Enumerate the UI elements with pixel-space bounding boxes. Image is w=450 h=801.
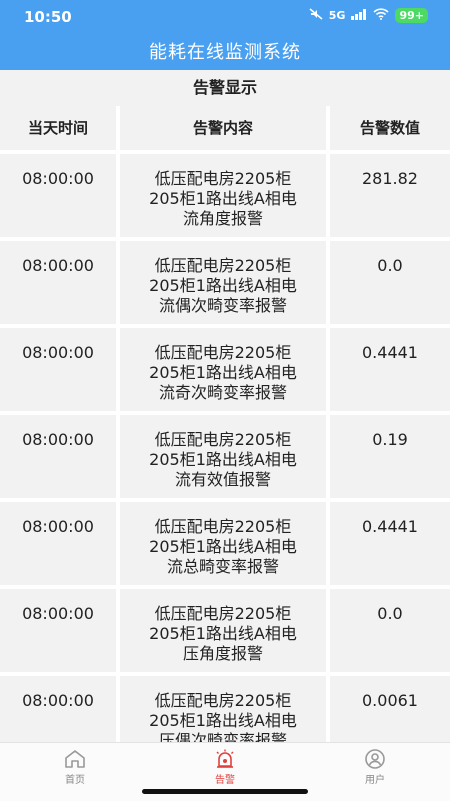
status-time: 10:50 <box>24 8 72 26</box>
page-title: 能耗在线监测系统 <box>149 42 301 63</box>
table-row[interactable]: 08:00:00 低压配电房2205柜 205柜1路出线A相电 流偶次畸变率报警 0… <box>0 241 450 324</box>
alarm-time: 08:00:00 <box>0 241 116 324</box>
home-icon <box>35 749 115 769</box>
alarm-value: 0.4441 <box>330 502 450 585</box>
alarm-icon <box>185 749 265 769</box>
mute-icon <box>309 8 323 23</box>
signal-icon <box>351 8 367 23</box>
alarm-content: 低压配电房2205柜 205柜1路出线A相电 流偶次畸变率报警 <box>120 241 326 324</box>
alarm-time: 08:00:00 <box>0 502 116 585</box>
column-header-time: 当天时间 <box>0 106 116 150</box>
alarm-value: 0.19 <box>330 415 450 498</box>
alarm-value: 0.0061 <box>330 676 450 742</box>
column-header-content: 告警内容 <box>120 106 326 150</box>
alarm-time: 08:00:00 <box>0 589 116 672</box>
tab-user[interactable]: 用户 <box>335 743 415 791</box>
alarm-value: 281.82 <box>330 154 450 237</box>
app-header: 10:50 5G 99+ 能耗在线监测系统 <box>0 0 450 70</box>
alarm-time: 08:00:00 <box>0 415 116 498</box>
wifi-icon <box>373 8 390 23</box>
battery-indicator: 99+ <box>395 8 428 23</box>
alarm-time: 08:00:00 <box>0 676 116 742</box>
table-row[interactable]: 08:00:00 低压配电房2205柜 205柜1路出线A相电 流角度报警 281.… <box>0 154 450 237</box>
alarm-table[interactable]: 当天时间 告警内容 告警数值 08:00:00 低压配电房2205柜 205柜1路… <box>0 106 450 742</box>
tab-alarm-label: 告警 <box>215 775 235 786</box>
user-icon <box>335 749 415 769</box>
home-indicator <box>142 789 308 794</box>
alarm-time: 08:00:00 <box>0 328 116 411</box>
section-title: 告警显示 <box>0 70 450 106</box>
status-icons: 5G 99+ <box>309 8 428 23</box>
table-row[interactable]: 08:00:00 低压配电房2205柜 205柜1路出线A相电 流总畸变率报警 0.… <box>0 502 450 585</box>
tab-home-label: 首页 <box>65 775 85 786</box>
alarm-value: 0.0 <box>330 589 450 672</box>
table-row[interactable]: 08:00:00 低压配电房2205柜 205柜1路出线A相电 流奇次畸变率报警 0… <box>0 328 450 411</box>
table-header-row: 当天时间 告警内容 告警数值 <box>0 106 450 150</box>
column-header-value: 告警数值 <box>330 106 450 150</box>
alarm-content: 低压配电房2205柜 205柜1路出线A相电 流有效值报警 <box>120 415 326 498</box>
table-row[interactable]: 08:00:00 低压配电房2205柜 205柜1路出线A相电 压角度报警 0.0 <box>0 589 450 672</box>
network-label: 5G <box>328 9 346 22</box>
alarm-value: 0.0 <box>330 241 450 324</box>
alarm-content: 低压配电房2205柜 205柜1路出线A相电 压偶次畸变率报警 <box>120 676 326 742</box>
alarm-content: 低压配电房2205柜 205柜1路出线A相电 流角度报警 <box>120 154 326 237</box>
alarm-content: 低压配电房2205柜 205柜1路出线A相电 压角度报警 <box>120 589 326 672</box>
alarm-content: 低压配电房2205柜 205柜1路出线A相电 流总畸变率报警 <box>120 502 326 585</box>
status-bar: 10:50 5G 99+ <box>0 0 450 34</box>
tab-user-label: 用户 <box>365 775 385 786</box>
alarm-time: 08:00:00 <box>0 154 116 237</box>
tab-home[interactable]: 首页 <box>35 743 115 791</box>
alarm-content: 低压配电房2205柜 205柜1路出线A相电 流奇次畸变率报警 <box>120 328 326 411</box>
tab-alarm[interactable]: 告警 <box>185 743 265 791</box>
table-row[interactable]: 08:00:00 低压配电房2205柜 205柜1路出线A相电 流有效值报警 0.1… <box>0 415 450 498</box>
alarm-value: 0.4441 <box>330 328 450 411</box>
table-row[interactable]: 08:00:00 低压配电房2205柜 205柜1路出线A相电 压偶次畸变率报警 0… <box>0 676 450 742</box>
